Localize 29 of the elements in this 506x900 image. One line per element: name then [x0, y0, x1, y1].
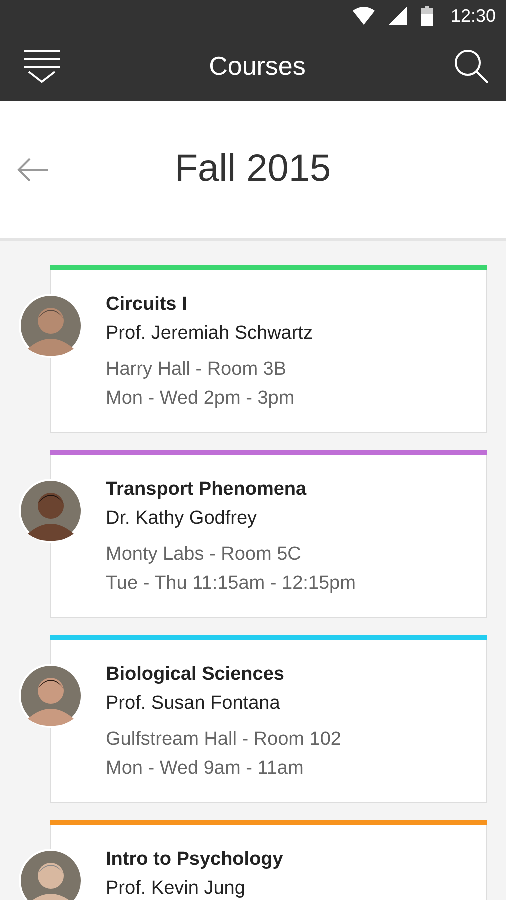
wifi-icon — [352, 7, 375, 25]
course-title: Biological Sciences — [106, 663, 286, 687]
back-button[interactable] — [17, 158, 49, 182]
menu-button[interactable] — [23, 48, 61, 86]
instructor-name: Prof. Susan Fontana — [106, 692, 282, 716]
course-card[interactable]: Transport Phenomena Dr. Kathy Godfrey Monty Labs - Room 5C Tue - Thu 11:15am - 12:15pm — [50, 450, 487, 618]
course-location: Harry Hall - Room 3B — [106, 358, 288, 382]
instructor-name: Prof. Kevin Jung — [106, 877, 246, 900]
instructor-name: Prof. Jeremiah Schwartz — [106, 322, 314, 346]
course-schedule: Tue - Thu 11:15am - 12:15pm — [106, 572, 357, 596]
search-button[interactable] — [454, 48, 490, 84]
semester-title: Fall 2015 — [174, 148, 332, 191]
course-schedule: Mon - Wed 2pm - 3pm — [106, 387, 296, 411]
course-card[interactable]: Circuits I Prof. Jeremiah Schwartz Harry Hall - Room 3B Mon - Wed 2pm - 3pm — [50, 265, 487, 433]
course-card[interactable]: Biological Sciences Prof. Susan Fontana Gulfstream Hall - Room 102 Mon - Wed 9am - 11am — [50, 635, 487, 803]
battery-icon — [420, 6, 433, 26]
menu-icon — [23, 48, 61, 86]
signal-icon — [388, 7, 407, 25]
course-title: Intro to Psychology — [106, 848, 284, 872]
back-arrow-icon — [17, 158, 49, 182]
instructor-name: Dr. Kathy Godfrey — [106, 507, 258, 531]
app-title: Courses — [209, 51, 306, 82]
status-time: 12:30 — [450, 6, 496, 26]
course-location: Gulfstream Hall - Room 102 — [106, 728, 342, 752]
course-title: Circuits I — [106, 293, 188, 317]
search-icon — [454, 48, 490, 84]
course-schedule: Mon - Wed 9am - 11am — [106, 757, 305, 781]
course-title: Transport Phenomena — [106, 478, 308, 502]
course-location: Monty Labs - Room 5C — [106, 543, 302, 567]
